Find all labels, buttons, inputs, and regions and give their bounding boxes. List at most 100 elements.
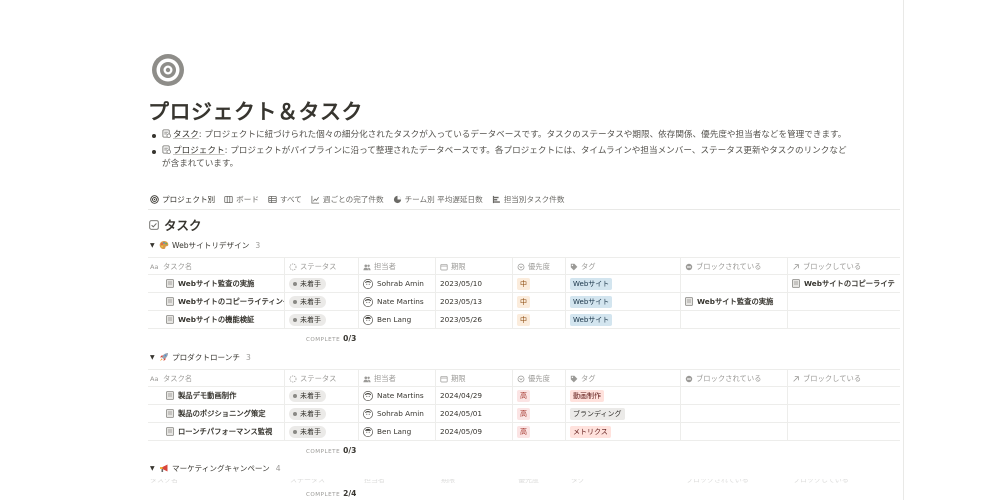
tag-cell[interactable]: Webサイト [566,275,681,292]
column-header-due[interactable]: 期限 [436,258,513,275]
task-name-cell[interactable]: Webサイト監査の実施 [148,275,285,292]
page-title[interactable]: プロジェクト＆タスク [148,96,363,126]
column-header-priority[interactable]: 優先度 [513,370,566,387]
table-row[interactable]: Webサイト監査の実施 未着手 Sohrab Amin 2023/05/10 中… [148,275,900,293]
group-header[interactable]: ▼ マーケティングキャンペーン 4 [148,461,900,475]
tag-cell[interactable]: Webサイト [566,311,681,328]
assignee-cell[interactable]: Nate Martins [359,293,436,310]
blocking-cell[interactable] [788,311,900,328]
status-cell[interactable]: 未着手 [285,275,359,292]
blocking-cell[interactable]: Webサイトのコピーライテ [788,275,900,292]
due-cell[interactable]: 2023/05/26 [436,311,513,328]
column-header-blocked-by[interactable]: ブロックされている [681,258,788,275]
priority-cell[interactable]: 高 [513,387,566,404]
status-cell[interactable]: 未着手 [285,293,359,310]
status-cell[interactable]: 未着手 [285,311,359,328]
tab-label: 週ごとの完了件数 [322,195,384,204]
relation-link[interactable]: Webサイト監査の実施 [697,297,773,307]
priority-cell[interactable]: 高 [513,405,566,422]
column-header-status[interactable]: ステータス [285,370,359,387]
tasks-link[interactable]: タスク [173,130,199,140]
due-cell[interactable]: 2023/05/10 [436,275,513,292]
table-row[interactable]: 製品デモ動画制作 未着手 Nate Martins 2024/04/29 高 動… [148,387,900,405]
relation-link[interactable]: Webサイトのコピーライテ [804,279,895,289]
priority-cell[interactable]: 高 [513,423,566,440]
tab-team-delay[interactable]: チーム別 平均遅延日数 [393,193,483,210]
status-cell[interactable]: 未着手 [285,387,359,404]
column-header-label: タグ [581,261,596,271]
tab-by-project[interactable]: プロジェクト別 [150,193,216,210]
description-item: タスク: プロジェクトに紐づけられた個々の細分化されたタスクが入っているデータベ… [150,129,850,142]
due-cell[interactable]: 2024/05/09 [436,423,513,440]
column-header-assignee[interactable]: 担当者 [359,258,436,275]
blocking-cell[interactable] [788,293,900,310]
tab-board[interactable]: ボード [224,193,259,210]
bullet-dot [152,134,156,138]
tab-weekly-completed[interactable]: 週ごとの完了件数 [311,193,384,210]
column-header-name[interactable]: Aa タスク名 [148,370,285,387]
column-header-blocking[interactable]: ブロックしている [788,258,900,275]
caret-down-icon[interactable]: ▼ [150,354,159,361]
column-header-blocking[interactable]: ブロックしている [788,370,900,387]
column-header-due[interactable]: 期限 [436,370,513,387]
tab-label: 担当別タスク件数 [503,195,565,204]
table-row[interactable]: Webサイトの機能検証 未着手 Ben Lang 2023/05/26 中 We… [148,311,900,329]
complete-counter[interactable]: COMPLETE 0/3 [306,446,356,455]
assignee-cell[interactable]: Ben Lang [359,423,436,440]
task-name-cell[interactable]: 製品デモ動画制作 [148,387,285,404]
assignee-cell[interactable]: Sohrab Amin [359,405,436,422]
due-cell[interactable]: 2024/05/01 [436,405,513,422]
status-cell[interactable]: 未着手 [285,405,359,422]
tag-cell[interactable]: メトリクス [566,423,681,440]
column-header-assignee[interactable]: 担当者 [359,370,436,387]
blocked-by-cell[interactable]: Webサイト監査の実施 [681,293,788,310]
column-header-tags[interactable]: タグ [566,258,681,275]
assignee-cell[interactable]: Nate Martins [359,387,436,404]
tag-cell[interactable]: ブランディング [566,405,681,422]
blocked-by-cell[interactable] [681,423,788,440]
column-header-priority[interactable]: 優先度 [513,258,566,275]
column-header-blocked-by[interactable]: ブロックされている [681,370,788,387]
column-header-status[interactable]: ステータス [285,258,359,275]
tag-cell[interactable]: 動画制作 [566,387,681,404]
caret-down-icon[interactable]: ▼ [150,242,159,249]
blocked-by-cell[interactable] [681,311,788,328]
page-icon [792,279,800,288]
tag-cell[interactable]: Webサイト [566,293,681,310]
column-header-tags[interactable]: タグ [566,370,681,387]
tab-all[interactable]: すべて [268,193,302,210]
task-name-cell[interactable]: Webサイトの機能検証 [148,311,285,328]
tab-assignee-count[interactable]: 担当別タスク件数 [492,193,565,210]
blocked-by-cell[interactable] [681,405,788,422]
projects-link[interactable]: プロジェクト [173,146,225,156]
due-cell[interactable]: 2024/04/29 [436,387,513,404]
blocked-by-cell[interactable] [681,387,788,404]
status-cell[interactable]: 未着手 [285,423,359,440]
blocking-cell[interactable] [788,387,900,404]
priority-cell[interactable]: 中 [513,311,566,328]
column-header-name[interactable]: Aa タスク名 [148,258,285,275]
group-header[interactable]: ▼ プロダクトローンチ 3 [148,350,900,364]
task-name-cell[interactable]: ローンチパフォーマンス監視 [148,423,285,440]
column-header-priority: 優先度 [518,479,539,484]
caret-down-icon[interactable]: ▼ [150,465,159,472]
blocked-by-cell[interactable] [681,275,788,292]
database-title[interactable]: タスク [149,215,202,234]
priority-cell[interactable]: 中 [513,293,566,310]
due-cell[interactable]: 2023/05/13 [436,293,513,310]
assignee-cell[interactable]: Ben Lang [359,311,436,328]
complete-counter[interactable]: COMPLETE 2/4 [306,489,356,498]
blocking-cell[interactable] [788,405,900,422]
target-icon[interactable] [150,52,186,88]
table-row[interactable]: 製品のポジショニング策定 未着手 Sohrab Amin 2024/05/01 … [148,405,900,423]
table-row[interactable]: ローンチパフォーマンス監視 未着手 Ben Lang 2024/05/09 高 … [148,423,900,441]
page-icon [166,391,174,400]
task-name-cell[interactable]: Webサイトのコピーライティング [148,293,285,310]
table-row[interactable]: Webサイトのコピーライティング 未着手 Nate Martins 2023/0… [148,293,900,311]
task-name-cell[interactable]: 製品のポジショニング策定 [148,405,285,422]
priority-cell[interactable]: 中 [513,275,566,292]
group-header[interactable]: ▼ Webサイトリデザイン 3 [148,238,900,252]
complete-counter[interactable]: COMPLETE 0/3 [306,334,356,343]
assignee-cell[interactable]: Sohrab Amin [359,275,436,292]
blocking-cell[interactable] [788,423,900,440]
